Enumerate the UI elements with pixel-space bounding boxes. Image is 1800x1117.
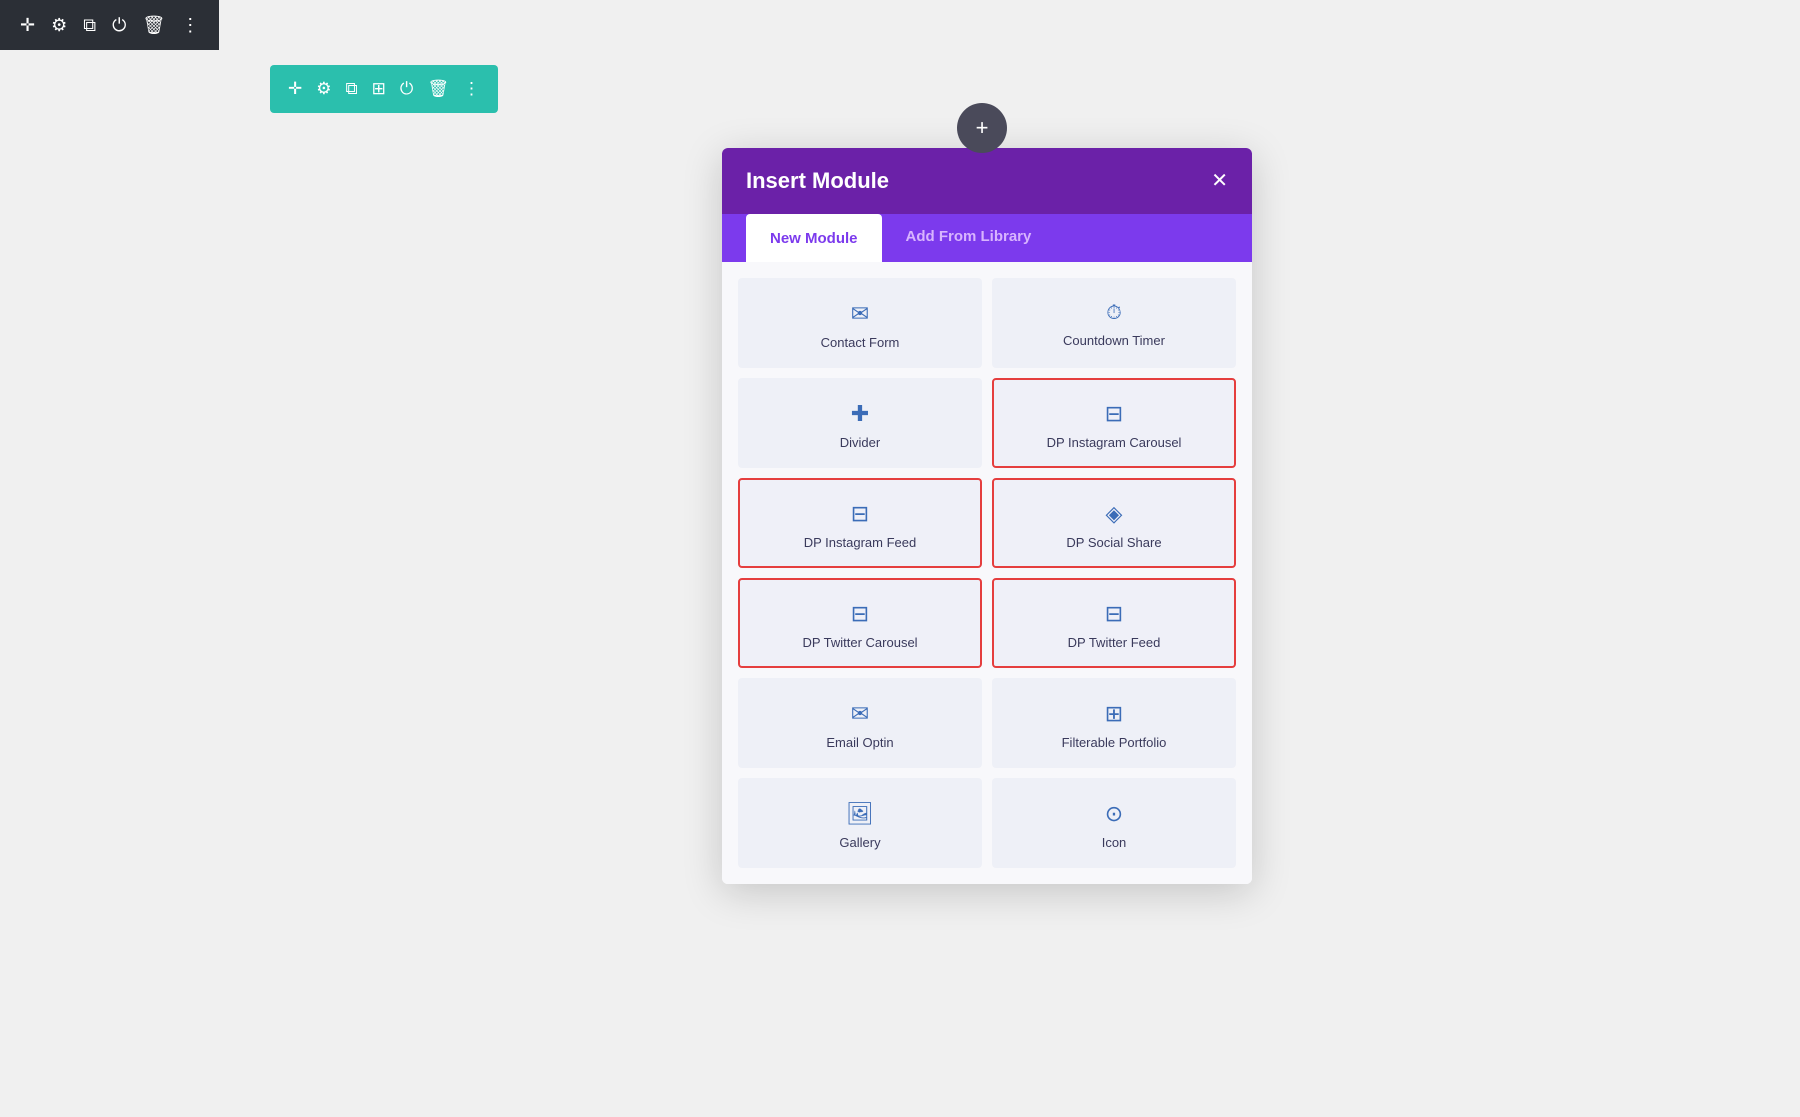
dp-instagram-feed-icon: ⊟ [851,501,869,527]
settings-icon-teal[interactable]: ⚙ [316,79,331,99]
columns-icon-teal[interactable]: ⊞ [372,79,386,99]
divider-icon: ✚ [851,401,869,427]
move-icon-teal[interactable]: ✛ [288,79,302,99]
module-item-email-optin[interactable]: ✉ Email Optin [738,678,982,768]
module-item-dp-instagram-carousel[interactable]: ⊟ DP Instagram Carousel [992,378,1236,468]
teal-toolbar: ✛ ⚙ ⧉ ⊞ ⏻ 🗑 ⋮ [270,65,498,113]
module-grid: ✉ Contact Form ⏱ Countdown Timer ✚ Divid… [722,262,1252,884]
dp-social-share-icon: ◈ [1106,501,1123,527]
move-icon[interactable]: ✛ [20,15,35,36]
divider-label: Divider [840,435,880,450]
dp-twitter-feed-icon: ⊟ [1105,601,1123,627]
module-item-dp-social-share[interactable]: ◈ DP Social Share [992,478,1236,568]
gallery-icon: 🖼 [846,801,874,827]
module-item-countdown-timer[interactable]: ⏱ Countdown Timer [992,278,1236,368]
email-optin-icon: ✉ [851,701,869,727]
toggle-icon[interactable]: ⏻ [112,15,126,36]
modal-tabs: New Module Add From Library [722,214,1252,262]
contact-form-label: Contact Form [821,335,900,350]
top-dark-toolbar: ✛ ⚙ ⧉ ⏻ 🗑 ⋮ [0,0,219,50]
module-item-divider[interactable]: ✚ Divider [738,378,982,468]
countdown-timer-icon: ⏱ [1106,302,1122,325]
icon-module-icon: ⊙ [1105,801,1123,827]
dp-instagram-feed-label: DP Instagram Feed [804,535,916,550]
modal-title: Insert Module [746,168,889,194]
dp-instagram-carousel-icon: ⊟ [1105,401,1123,427]
gallery-label: Gallery [839,835,880,850]
dp-twitter-carousel-icon: ⊟ [851,601,869,627]
tab-new-module[interactable]: New Module [746,214,882,262]
toggle-icon-teal[interactable]: ⏻ [400,79,413,99]
modal-close-button[interactable]: ✕ [1211,171,1228,191]
dp-twitter-feed-label: DP Twitter Feed [1068,635,1161,650]
icon-label: Icon [1102,835,1127,850]
filterable-portfolio-label: Filterable Portfolio [1062,735,1167,750]
dp-social-share-label: DP Social Share [1066,535,1161,550]
duplicate-icon-teal[interactable]: ⧉ [346,79,358,99]
countdown-timer-label: Countdown Timer [1063,333,1165,348]
contact-form-icon: ✉ [851,301,869,327]
add-module-button[interactable]: + [957,103,1007,153]
module-item-contact-form[interactable]: ✉ Contact Form [738,278,982,368]
dp-instagram-carousel-label: DP Instagram Carousel [1047,435,1182,450]
more-icon[interactable]: ⋮ [181,15,199,36]
module-item-dp-twitter-carousel[interactable]: ⊟ DP Twitter Carousel [738,578,982,668]
duplicate-icon[interactable]: ⧉ [83,15,96,36]
module-item-filterable-portfolio[interactable]: ⊞ Filterable Portfolio [992,678,1236,768]
module-item-icon[interactable]: ⊙ Icon [992,778,1236,868]
tab-add-from-library[interactable]: Add From Library [882,214,1056,262]
module-item-gallery[interactable]: 🖼 Gallery [738,778,982,868]
insert-module-modal: Insert Module ✕ New Module Add From Libr… [722,148,1252,884]
email-optin-label: Email Optin [826,735,893,750]
modal-header: Insert Module ✕ [722,148,1252,214]
delete-icon[interactable]: 🗑 [142,15,165,36]
settings-icon[interactable]: ⚙ [51,15,67,36]
module-item-dp-instagram-feed[interactable]: ⊟ DP Instagram Feed [738,478,982,568]
more-icon-teal[interactable]: ⋮ [463,79,480,99]
dp-twitter-carousel-label: DP Twitter Carousel [802,635,917,650]
delete-icon-teal[interactable]: 🗑 [427,79,449,99]
filterable-portfolio-icon: ⊞ [1105,701,1123,727]
module-item-dp-twitter-feed[interactable]: ⊟ DP Twitter Feed [992,578,1236,668]
